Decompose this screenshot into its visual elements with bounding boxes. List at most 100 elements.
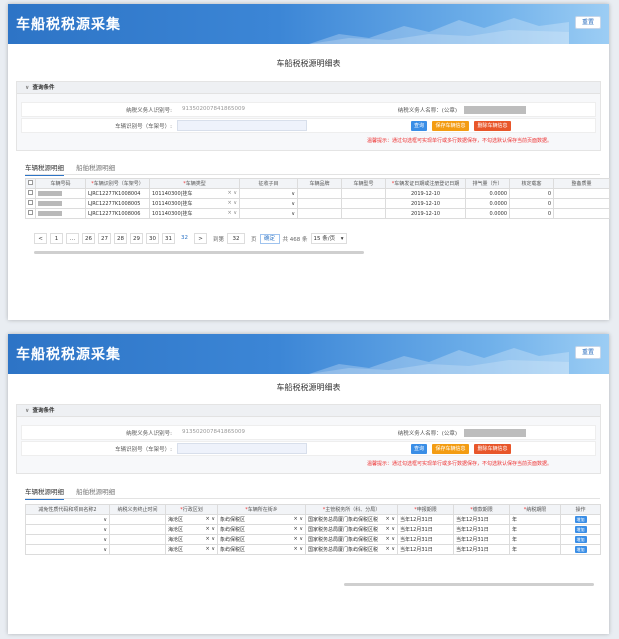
street-select[interactable]: 象屿保税区 × ∨ — [217, 514, 306, 525]
street-select[interactable]: 象屿保税区 × ∨ — [217, 524, 306, 535]
vehicle-type-select[interactable]: 101140300|挂车 × ∨ — [149, 198, 240, 209]
displacement-cell[interactable]: 0.0000 — [465, 198, 510, 209]
column-header-label: 排气量（升） — [472, 181, 503, 187]
tax-office-select[interactable]: 国家税务总局厦门象屿保税区税 × ∨ — [305, 524, 398, 535]
sub-item-select[interactable]: ∨ — [239, 198, 298, 209]
model-cell[interactable] — [341, 208, 386, 219]
date-cell[interactable]: 2019-12-10 — [385, 188, 466, 199]
declare-deadline-value: 当年12月31日 — [400, 527, 433, 533]
vehicle-id-input[interactable] — [177, 120, 307, 131]
clear-chevron-icon: × ∨ — [293, 526, 303, 532]
curb-weight-cell[interactable] — [553, 208, 610, 219]
relief-code-select[interactable]: ∨ — [25, 534, 110, 545]
district-select[interactable]: 海沧区 × ∨ — [165, 524, 218, 535]
sub-item-select[interactable]: ∨ — [239, 188, 298, 199]
end-date-cell[interactable] — [109, 514, 166, 525]
relief-code-select[interactable]: ∨ — [25, 544, 110, 555]
vin-value: LJRC12277K1008006 — [88, 210, 141, 217]
add-row-button[interactable]: 增加 — [574, 536, 587, 543]
confirm-button[interactable]: 确定 — [259, 233, 280, 244]
page-size-value: 15 条/页 — [313, 236, 336, 242]
model-cell[interactable] — [341, 198, 386, 209]
add-row-button[interactable]: 增加 — [574, 546, 587, 553]
seats-cell[interactable]: 0 — [509, 188, 554, 199]
save-vehicle-button[interactable]: 保存车辆信息 — [432, 121, 469, 131]
column-header — [25, 178, 36, 189]
tax-office-select[interactable]: 国家税务总局厦门象屿保税区税 × ∨ — [305, 514, 398, 525]
row-checkbox[interactable] — [28, 190, 33, 195]
save-tip: 温馨提示：通过勾选框可实现单行或多行数据保存，不勾选默认保存当前页面数据。 — [367, 138, 553, 144]
column-header: *车辆类型 — [149, 178, 240, 189]
relief-code-select[interactable]: ∨ — [25, 524, 110, 535]
page-button[interactable]: 27 — [98, 233, 111, 244]
street-select[interactable]: 象屿保税区 × ∨ — [217, 534, 306, 545]
street-select[interactable]: 象屿保税区 × ∨ — [217, 544, 306, 555]
page-button[interactable]: 28 — [114, 233, 127, 244]
row-checkbox[interactable] — [28, 210, 33, 215]
vin-cell: LJRC12277K1008006 — [85, 208, 150, 219]
column-header: 纳税义务终止时间 — [109, 504, 166, 515]
end-date-cell[interactable] — [109, 534, 166, 545]
seats-cell[interactable]: 0 — [509, 198, 554, 209]
sub-item-select[interactable]: ∨ — [239, 208, 298, 219]
table-row: ∨ 海沧区 × ∨ 象屿保税区 × ∨ 国家税务总局厦门象屿保税区税 × ∨ 当年12月… — [25, 544, 601, 555]
tax-office-select[interactable]: 国家税务总局厦门象屿保税区税 × ∨ — [305, 544, 398, 555]
seats-cell[interactable]: 0 — [509, 208, 554, 219]
curb-weight-cell[interactable] — [553, 188, 610, 199]
page-button[interactable]: 31 — [162, 233, 175, 244]
query-button[interactable]: 查询 — [411, 121, 427, 131]
declare-deadline-cell: 当年12月31日 — [397, 544, 454, 555]
date-cell[interactable]: 2019-12-10 — [385, 198, 466, 209]
column-header-label: 申报期限 — [416, 507, 437, 513]
page-button[interactable]: ... — [66, 233, 79, 244]
end-date-cell[interactable] — [109, 524, 166, 535]
query-section-header[interactable]: ∨ 查询条件 — [17, 82, 600, 94]
brand-cell[interactable] — [297, 198, 342, 209]
vehicle-type-select[interactable]: 101140300|挂车 × ∨ — [149, 208, 240, 219]
page-button[interactable]: 26 — [82, 233, 95, 244]
page-button[interactable]: 32 — [178, 233, 191, 244]
relief-code-select[interactable]: ∨ — [25, 514, 110, 525]
query-section-header-2[interactable]: ∨ 查询条件 — [17, 405, 600, 417]
column-header: *纳税期限 — [509, 504, 561, 515]
goto-input[interactable]: 32 — [227, 233, 246, 244]
curb-weight-cell[interactable] — [553, 198, 610, 209]
delete-vehicle-button-2[interactable]: 删除车辆信息 — [474, 444, 511, 454]
vehicle-type-select[interactable]: 101140300|挂车 × ∨ — [149, 188, 240, 199]
date-cell[interactable]: 2019-12-10 — [385, 208, 466, 219]
reset-button-2[interactable]: 重置 — [575, 346, 601, 359]
model-cell[interactable] — [341, 188, 386, 199]
delete-vehicle-button[interactable]: 删除车辆信息 — [474, 121, 511, 131]
save-vehicle-button-2[interactable]: 保存车辆信息 — [432, 444, 469, 454]
tax-office-select[interactable]: 国家税务总局厦门象屿保税区税 × ∨ — [305, 534, 398, 545]
taxpayer-name-label: 纳税义务人名称：(公章) — [397, 108, 457, 114]
next-page-button[interactable]: > — [194, 233, 207, 244]
district-select[interactable]: 海沧区 × ∨ — [165, 514, 218, 525]
add-row-button[interactable]: 增加 — [574, 516, 587, 523]
page-button[interactable]: 1 — [50, 233, 63, 244]
horizontal-scrollbar-2[interactable] — [344, 583, 594, 586]
vehicle-id-input-2[interactable] — [177, 443, 307, 454]
column-header-label: 征收子目 — [258, 181, 279, 187]
select-all-checkbox[interactable] — [28, 180, 33, 185]
query-button-2[interactable]: 查询 — [411, 444, 427, 454]
seats-value: 0 — [547, 200, 551, 207]
district-select[interactable]: 海沧区 × ∨ — [165, 534, 218, 545]
displacement-cell[interactable]: 0.0000 — [465, 208, 510, 219]
prev-page-button[interactable]: < — [34, 233, 47, 244]
declare-deadline-cell: 当年12月31日 — [397, 524, 454, 535]
end-date-cell[interactable] — [109, 544, 166, 555]
column-header: 车辆品牌 — [297, 178, 342, 189]
page-button[interactable]: 30 — [146, 233, 159, 244]
reset-button[interactable]: 重置 — [575, 16, 601, 29]
district-select[interactable]: 海沧区 × ∨ — [165, 544, 218, 555]
brand-cell[interactable] — [297, 208, 342, 219]
add-row-button[interactable]: 增加 — [574, 526, 587, 533]
displacement-cell[interactable]: 0.0000 — [465, 188, 510, 199]
page-button[interactable]: 29 — [130, 233, 143, 244]
row-checkbox[interactable] — [28, 200, 33, 205]
page-size-select[interactable]: 15 条/页 ▾ — [310, 233, 347, 244]
declare-deadline-value: 当年12月31日 — [400, 537, 433, 543]
horizontal-scrollbar[interactable] — [34, 251, 364, 254]
brand-cell[interactable] — [297, 188, 342, 199]
